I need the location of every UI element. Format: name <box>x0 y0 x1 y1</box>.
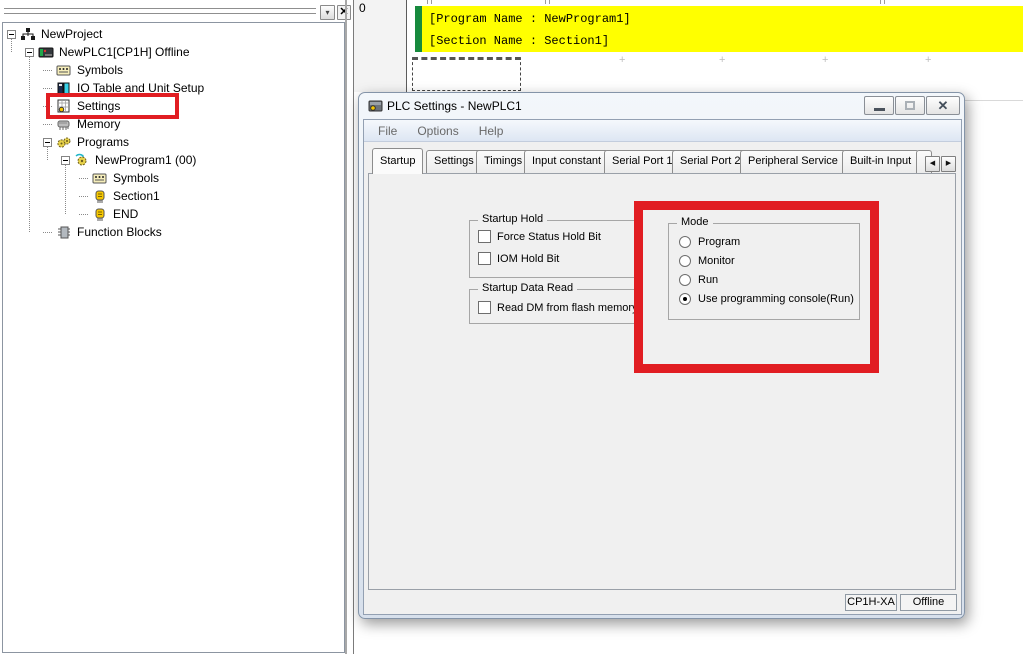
checkbox-icon[interactable] <box>478 230 491 243</box>
project-icon <box>20 27 36 42</box>
menu-file[interactable]: File <box>364 124 407 138</box>
group-label: Startup Hold <box>478 213 547 225</box>
tree-item-programs[interactable]: Programs <box>3 133 129 151</box>
toolbar-remnant-tick <box>545 0 546 4</box>
plc-icon <box>38 45 54 60</box>
plc-settings-dialog: PLC Settings - NewPLC1 ✕ File Options He… <box>358 92 965 619</box>
tab-settings[interactable]: Settings <box>426 150 482 174</box>
checkbox-icon[interactable] <box>478 301 491 314</box>
minimize-button[interactable] <box>864 96 894 115</box>
annotation-box-settings <box>46 93 179 119</box>
tree-item-end[interactable]: END <box>3 205 138 223</box>
toolbar-remnant-tick <box>427 0 428 4</box>
maximize-icon <box>905 101 915 110</box>
grid-plus-mark: + <box>925 54 931 66</box>
panel-divider[interactable] <box>345 0 347 654</box>
function-blocks-icon <box>56 225 72 240</box>
expand-toggle[interactable] <box>7 30 16 39</box>
checkbox-force-status-hold[interactable]: Force Status Hold Bit <box>478 230 601 243</box>
checkbox-icon[interactable] <box>478 252 491 265</box>
program-name-comment: [Program Name : NewProgram1] <box>429 12 631 26</box>
grid-plus-mark: + <box>719 54 725 66</box>
dropdown-icon[interactable]: ▾ <box>320 5 335 20</box>
tab-serial-port-1[interactable]: Serial Port 1 <box>604 150 681 174</box>
program-icon <box>74 153 90 168</box>
menu-options[interactable]: Options <box>407 124 468 138</box>
tree-connector <box>43 124 52 125</box>
project-workspace-panel: ▾ ✕ NewProject NewPLC1[CP1H] Offline Sym… <box>0 0 347 654</box>
annotation-box-mode <box>634 201 879 373</box>
close-icon[interactable]: ✕ <box>337 5 351 20</box>
rung-comment-marker <box>415 6 422 52</box>
editor-border <box>353 0 354 654</box>
status-plc-type: CP1H-XA <box>845 594 897 611</box>
checkbox-read-dm[interactable]: Read DM from flash memory <box>478 301 638 314</box>
expand-toggle[interactable] <box>43 138 52 147</box>
startup-hold-group: Startup Hold Force Status Hold Bit IOM H… <box>469 220 643 278</box>
tree-connector <box>43 70 52 71</box>
expand-toggle[interactable] <box>61 156 70 165</box>
grid-plus-mark: + <box>619 54 625 66</box>
close-icon: ✕ <box>938 99 949 112</box>
menu-bar: File Options Help <box>364 120 961 142</box>
tree-connector <box>79 178 88 179</box>
tab-peripheral-service[interactable]: Peripheral Service <box>740 150 846 174</box>
rung-number: 0 <box>359 1 366 15</box>
tree-connector <box>79 196 88 197</box>
workspace-grip-bar[interactable]: ▾ ✕ <box>0 0 347 22</box>
tree-item-section1[interactable]: Section1 <box>3 187 160 205</box>
tab-timings[interactable]: Timings <box>476 150 530 174</box>
menu-help[interactable]: Help <box>469 124 514 138</box>
tab-built-in-input[interactable]: Built-in Input <box>842 150 919 174</box>
section-name-comment: [Section Name : Section1] <box>429 34 609 48</box>
toolbar-remnant-tick <box>549 0 550 4</box>
tree-item-function-blocks[interactable]: Function Blocks <box>3 223 162 241</box>
plc-settings-icon <box>368 98 384 119</box>
tree-connector <box>43 88 52 89</box>
checkbox-iom-hold[interactable]: IOM Hold Bit <box>478 252 559 265</box>
close-button[interactable]: ✕ <box>926 96 960 115</box>
section-icon <box>92 207 108 222</box>
tree-item-newprogram1[interactable]: NewProgram1 (00) <box>3 151 196 169</box>
toolbar-remnant-tick <box>431 0 432 4</box>
toolbar-remnant-tick <box>880 0 881 4</box>
toolbar-remnant-tick <box>884 0 885 4</box>
tab-scroll-right-icon[interactable]: ▶ <box>941 156 956 172</box>
tree-item-symbols2[interactable]: Symbols <box>3 169 159 187</box>
startup-data-read-group: Startup Data Read Read DM from flash mem… <box>469 289 643 324</box>
ladder-cursor-cell[interactable] <box>412 57 521 91</box>
section-icon <box>92 189 108 204</box>
tab-serial-port-2[interactable]: Serial Port 2 <box>672 150 749 174</box>
tree-item-symbols[interactable]: Symbols <box>3 61 123 79</box>
tab-scroll-left-icon[interactable]: ◀ <box>925 156 940 172</box>
maximize-button[interactable] <box>895 96 925 115</box>
tree-item-newproject[interactable]: NewProject <box>3 25 102 43</box>
grip-line <box>4 13 316 15</box>
minimize-icon <box>874 108 885 111</box>
dialog-title: PLC Settings - NewPLC1 <box>387 99 522 113</box>
grid-plus-mark: + <box>822 54 828 66</box>
symbols-icon <box>92 171 108 186</box>
tree-connector <box>79 214 88 215</box>
tab-startup[interactable]: Startup <box>372 148 423 174</box>
rung-margin: 0 <box>354 0 407 92</box>
status-connection: Offline <box>900 594 957 611</box>
expand-toggle[interactable] <box>25 48 34 57</box>
rung-comment-block[interactable]: [Program Name : NewProgram1] [Section Na… <box>422 6 1023 52</box>
grip-line <box>4 8 316 10</box>
group-label: Startup Data Read <box>478 282 577 294</box>
tree-connector <box>43 232 52 233</box>
programs-icon <box>56 135 72 150</box>
tab-input-constant[interactable]: Input constant <box>524 150 609 174</box>
symbols-icon <box>56 63 72 78</box>
tree-item-newplc1[interactable]: NewPLC1[CP1H] Offline <box>3 43 190 61</box>
dialog-client-area: File Options Help Startup Settings Timin… <box>363 119 962 615</box>
